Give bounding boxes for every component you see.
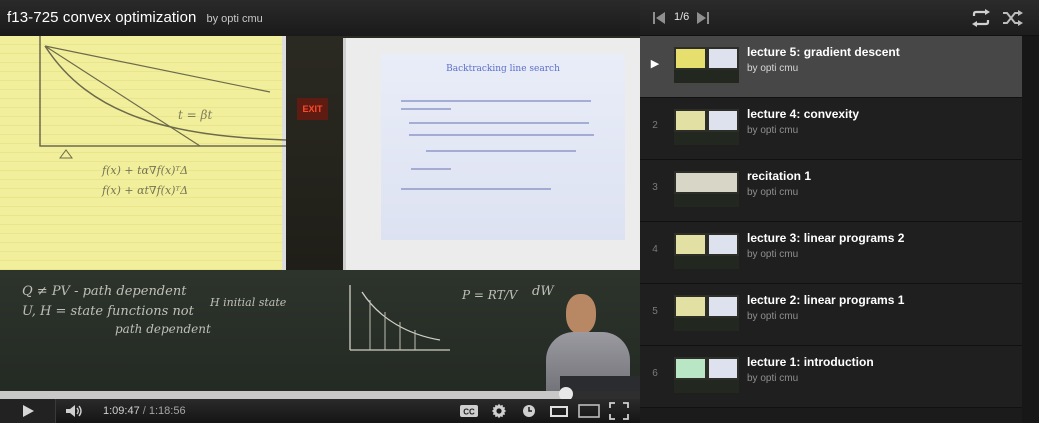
title-bar: f13-725 convex optimization by opti cmu bbox=[0, 0, 640, 36]
playlist-scrollbar[interactable] bbox=[1022, 36, 1039, 423]
progress-bar[interactable] bbox=[0, 387, 640, 401]
slide-text-t-beta: t = βt bbox=[178, 108, 213, 122]
skip-next-icon bbox=[697, 12, 709, 24]
handwritten-plot bbox=[39, 36, 287, 159]
playlist-panel: 1/6 ▶ lecture 5: gradient descent by opt… bbox=[640, 0, 1039, 423]
slide-text-line bbox=[401, 188, 551, 190]
playlist-item-title[interactable]: lecture 5: gradient descent bbox=[747, 45, 900, 59]
chalk-text: dW bbox=[532, 284, 554, 299]
video-player[interactable]: f13-725 convex optimization by opti cmu … bbox=[0, 0, 640, 423]
volume-icon bbox=[66, 405, 82, 417]
loop-button[interactable] bbox=[970, 9, 992, 32]
video-thumbnail[interactable] bbox=[674, 233, 739, 269]
playlist-item[interactable]: 4 lecture 3: linear programs 2 by opti c… bbox=[640, 222, 1022, 284]
lecturer-head bbox=[566, 294, 596, 334]
svg-text:CC: CC bbox=[463, 408, 475, 417]
video-title[interactable]: f13-725 convex optimization bbox=[7, 9, 196, 26]
slide-text-armijo-1: f(x) + tα∇f(x)ᵀΔ bbox=[102, 164, 189, 177]
previous-video-button[interactable] bbox=[652, 11, 666, 30]
large-player-icon bbox=[578, 404, 600, 418]
playlist-item[interactable]: 2 lecture 4: convexity by opti cmu bbox=[640, 98, 1022, 160]
large-player-button[interactable] bbox=[574, 399, 604, 423]
playlist-position: 1/6 bbox=[674, 11, 690, 23]
play-icon bbox=[22, 405, 34, 417]
clock-icon bbox=[523, 405, 535, 417]
current-time: 1:09:47 bbox=[103, 405, 140, 417]
slide-text-line bbox=[426, 150, 576, 152]
chalkboard: Q ≠ PV - path dependent U, H = state fun… bbox=[0, 270, 640, 398]
playlist-item[interactable]: 5 lecture 2: linear programs 1 by opti c… bbox=[640, 284, 1022, 346]
playlist-item-author: by opti cmu bbox=[747, 249, 799, 260]
playlist-items: ▶ lecture 5: gradient descent by opti cm… bbox=[640, 36, 1022, 408]
chalk-text: H initial state bbox=[210, 296, 287, 309]
chalk-text: Q ≠ PV - path dependent bbox=[22, 284, 187, 299]
slide-text-line bbox=[409, 122, 589, 124]
captions-button[interactable]: CC bbox=[454, 399, 484, 423]
video-thumbnail[interactable] bbox=[674, 171, 739, 207]
playlist-item-index: 3 bbox=[652, 182, 658, 193]
playlist-item-title[interactable]: recitation 1 bbox=[747, 169, 811, 183]
small-player-icon bbox=[550, 406, 568, 417]
playlist-item-title[interactable]: lecture 2: linear programs 1 bbox=[747, 293, 904, 307]
video-byline[interactable]: by opti cmu bbox=[206, 13, 262, 25]
chalk-text: path dependent bbox=[115, 322, 211, 336]
fullscreen-icon bbox=[609, 402, 629, 420]
fullscreen-button[interactable] bbox=[604, 399, 634, 423]
time-separator: / bbox=[139, 405, 149, 417]
progress-fill bbox=[0, 391, 566, 399]
playlist-item[interactable]: 6 lecture 1: introduction by opti cmu bbox=[640, 346, 1022, 408]
control-bar: 1:09:47 / 1:18:56 CC bbox=[0, 399, 640, 423]
settings-button[interactable] bbox=[484, 399, 514, 423]
slide-text-line bbox=[401, 108, 451, 110]
playlist-item-author: by opti cmu bbox=[747, 63, 799, 74]
video-thumbnail[interactable] bbox=[674, 109, 739, 145]
right-controls: CC bbox=[454, 399, 634, 423]
projector-screen-left: t = βt f(x) + tα∇f(x)ᵀΔ f(x) + αt∇f(x)ᵀΔ bbox=[0, 36, 287, 270]
duration: 1:18:56 bbox=[148, 405, 186, 417]
shuffle-button[interactable] bbox=[1002, 9, 1024, 32]
slide-text-line bbox=[409, 134, 594, 136]
playlist-item-index: 6 bbox=[652, 368, 658, 379]
gear-icon bbox=[491, 403, 507, 419]
slide-text-line bbox=[411, 168, 451, 170]
exit-sign: EXIT bbox=[297, 98, 328, 120]
chalk-diagram bbox=[349, 285, 450, 351]
watch-later-button[interactable] bbox=[514, 399, 544, 423]
lecture-slide: Backtracking line search bbox=[381, 54, 625, 240]
video-thumbnail[interactable] bbox=[674, 357, 739, 393]
captions-icon: CC bbox=[460, 405, 478, 417]
playlist-item-index: 5 bbox=[652, 306, 658, 317]
skip-previous-icon bbox=[653, 12, 665, 24]
slide-text-line bbox=[401, 100, 591, 102]
playlist-item[interactable]: ▶ lecture 5: gradient descent by opti cm… bbox=[640, 36, 1022, 98]
loop-icon bbox=[972, 9, 990, 27]
video-thumbnail[interactable] bbox=[674, 295, 739, 331]
playlist-item-title[interactable]: lecture 4: convexity bbox=[747, 107, 859, 121]
playlist-header: 1/6 bbox=[640, 0, 1039, 36]
playlist-item-index: 2 bbox=[652, 120, 658, 131]
time-display: 1:09:47 / 1:18:56 bbox=[103, 405, 186, 417]
playlist-item-author: by opti cmu bbox=[747, 311, 799, 322]
volume-button[interactable] bbox=[60, 399, 90, 423]
playlist-item-title[interactable]: lecture 3: linear programs 2 bbox=[747, 231, 904, 245]
playlist-item-index: 4 bbox=[652, 244, 658, 255]
play-button[interactable] bbox=[0, 399, 56, 423]
slide-title: Backtracking line search bbox=[446, 64, 560, 74]
slide-text-armijo-2: f(x) + αt∇f(x)ᵀΔ bbox=[102, 184, 189, 197]
playlist-item-author: by opti cmu bbox=[747, 125, 799, 136]
now-playing-indicator: ▶ bbox=[650, 58, 660, 70]
playlist-item[interactable]: 3 recitation 1 by opti cmu bbox=[640, 160, 1022, 222]
playlist-item-author: by opti cmu bbox=[747, 373, 799, 384]
shuffle-icon bbox=[1003, 10, 1023, 26]
playlist-item-title[interactable]: lecture 1: introduction bbox=[747, 355, 874, 369]
video-thumbnail[interactable] bbox=[674, 47, 739, 83]
video-frame[interactable]: t = βt f(x) + tα∇f(x)ᵀΔ f(x) + αt∇f(x)ᵀΔ… bbox=[0, 36, 640, 398]
playlist-item-author: by opti cmu bbox=[747, 187, 799, 198]
chalk-text: U, H = state functions not bbox=[22, 304, 194, 319]
chalk-text: P = RT/V bbox=[462, 288, 518, 302]
small-player-button[interactable] bbox=[544, 399, 574, 423]
next-video-button[interactable] bbox=[696, 11, 710, 30]
